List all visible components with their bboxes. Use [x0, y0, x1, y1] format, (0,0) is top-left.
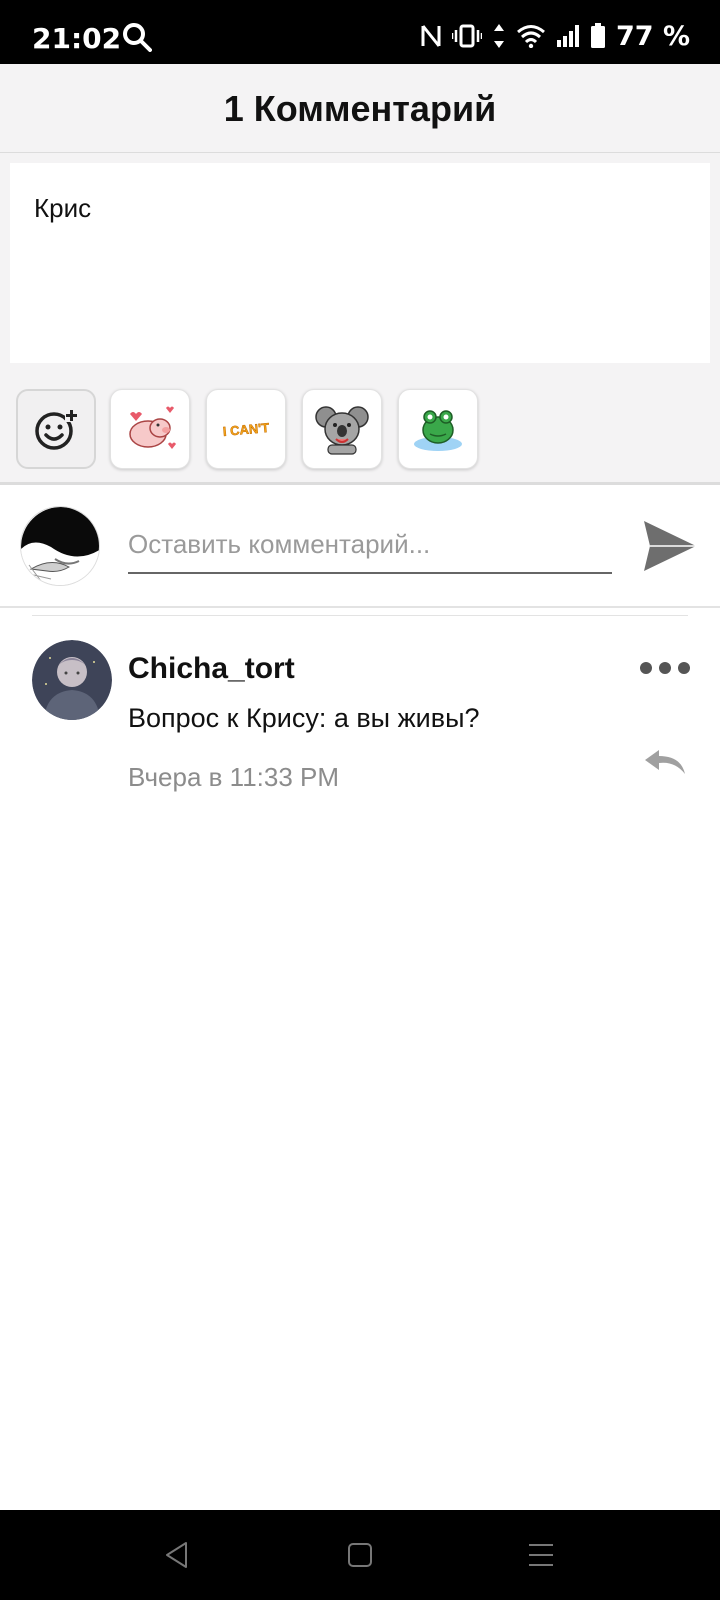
home-square-icon	[348, 1543, 372, 1567]
send-icon	[644, 521, 696, 571]
nav-menu-button[interactable]	[518, 1532, 564, 1578]
divider	[32, 615, 688, 616]
battery-percent: 77 %	[615, 20, 690, 52]
reply-icon	[645, 750, 685, 774]
post-preview-area: Крис	[0, 153, 720, 373]
back-triangle-icon	[166, 1542, 187, 1568]
pig-sticker	[129, 406, 176, 449]
i-cant-sticker: I CAN'T	[222, 420, 270, 439]
status-icons: 77 %	[420, 20, 690, 52]
more-options-button[interactable]	[640, 658, 690, 678]
sticker-pig[interactable]	[110, 389, 190, 469]
status-bar: 21:02 77 %	[0, 0, 720, 64]
send-button[interactable]	[640, 516, 700, 576]
sticker-i-cant[interactable]: I CAN'T	[206, 389, 286, 469]
sticker-row: I CAN'T	[0, 373, 720, 485]
comment-composer	[0, 488, 720, 608]
avatar-image	[32, 640, 112, 720]
wifi-icon	[517, 25, 545, 48]
reply-button[interactable]	[640, 742, 690, 782]
koala-sticker	[315, 406, 369, 455]
add-sticker-button[interactable]	[16, 389, 96, 469]
post-text: Крис	[34, 193, 92, 223]
battery-icon	[590, 23, 605, 48]
avatar-image	[21, 507, 99, 585]
comment-input[interactable]	[128, 516, 612, 574]
comment-timestamp: Вчера в 11:33 PM	[128, 762, 340, 792]
frog-sticker	[414, 410, 462, 451]
nfc-icon	[421, 25, 441, 47]
post-card[interactable]: Крис	[10, 163, 710, 363]
comment-avatar[interactable]	[32, 640, 112, 720]
sticker-frog[interactable]	[398, 389, 478, 469]
header: 1 Комментарий	[0, 64, 720, 153]
comment-username[interactable]: Chicha_tort	[128, 652, 295, 686]
dot-icon	[678, 662, 690, 674]
status-time: 21:02	[32, 22, 122, 55]
dot-icon	[659, 662, 671, 674]
data-arrows-icon	[493, 24, 504, 48]
sticker-koala[interactable]	[302, 389, 382, 469]
search-icon	[123, 23, 152, 52]
comment-text: Вопрос к Крису: а вы живы?	[128, 703, 480, 733]
page-title: 1 Комментарий	[223, 88, 497, 129]
svg-text:I CAN'T: I CAN'T	[222, 420, 270, 439]
signal-icon	[556, 25, 579, 47]
my-avatar[interactable]	[20, 506, 100, 586]
dot-icon	[640, 662, 652, 674]
comment-item: Chicha_tort Вопрос к Крису: а вы живы? В…	[0, 630, 720, 810]
nav-back-button[interactable]	[154, 1532, 200, 1578]
nav-home-button[interactable]	[337, 1532, 383, 1578]
vibrate-icon	[451, 24, 482, 48]
smiley-plus-icon	[35, 409, 78, 450]
system-nav-bar	[0, 1510, 720, 1600]
menu-lines-icon	[529, 1544, 553, 1566]
